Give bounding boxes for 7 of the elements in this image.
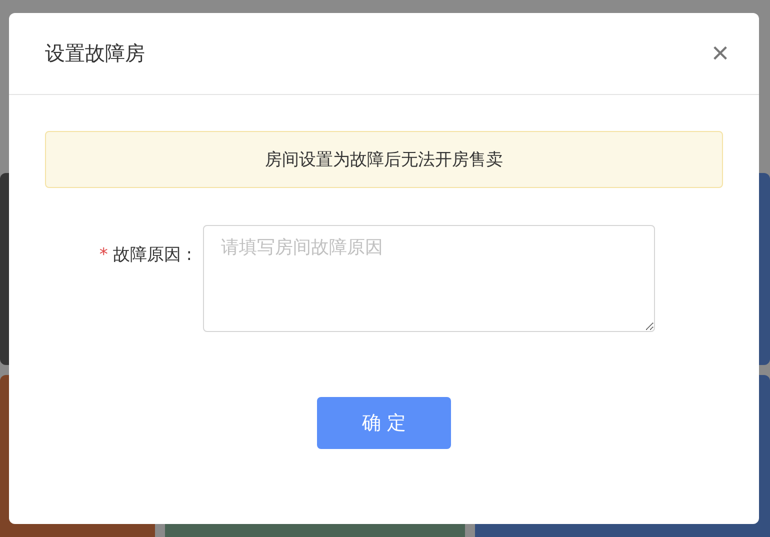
confirm-button[interactable]: 确 定	[317, 397, 451, 449]
required-mark: *	[99, 245, 108, 265]
dialog-title: 设置故障房	[45, 40, 145, 67]
close-button[interactable]: ×	[707, 38, 733, 68]
field-label-text: 故障原因 :	[112, 244, 192, 266]
warning-message: 房间设置为故障后无法开房售卖	[45, 131, 723, 188]
reason-field[interactable]: 请填写房间故障原因	[203, 225, 655, 332]
